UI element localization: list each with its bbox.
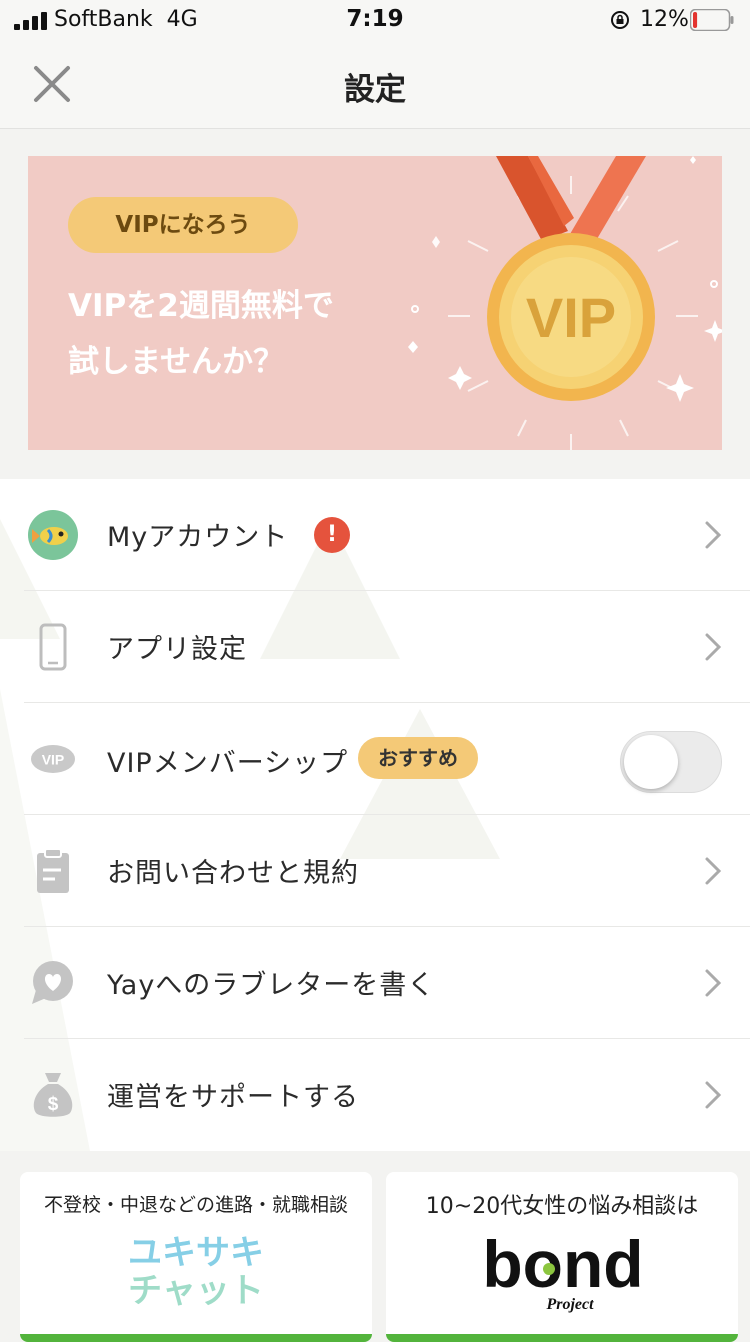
rotation-lock-icon: [611, 11, 629, 29]
menu-item-app-settings[interactable]: アプリ設定: [0, 591, 750, 703]
ad-caption: 10~20代女性の悩み相談は: [425, 1194, 699, 1219]
ad-accent-bar: [386, 1334, 738, 1342]
bond-project-logo: bond Project: [482, 1227, 643, 1313]
toggle-knob: [624, 735, 678, 789]
vip-promo-banner[interactable]: VIPになろう VIPを2週間無料で 試しませんか？ VIP: [28, 156, 722, 450]
ad-card-bond[interactable]: 10~20代女性の悩み相談は bond Project: [386, 1172, 738, 1342]
ad-accent-bar: [20, 1334, 372, 1342]
ad-card-yukisaki[interactable]: 不登校・中退などの進路・就職相談 ユキサキ チャット: [20, 1172, 372, 1342]
battery-percent: 12%: [640, 7, 689, 32]
status-bar: SoftBank 4G 7:19 12%: [0, 0, 750, 42]
vip-toggle[interactable]: [620, 731, 722, 793]
menu-item-label: 運営をサポートする: [107, 1082, 359, 1113]
clock: 7:19: [346, 6, 404, 32]
chevron-right-icon: [705, 857, 722, 885]
svg-text:$: $: [48, 1094, 59, 1115]
recommend-badge: おすすめ: [358, 737, 478, 779]
menu-item-label: Myアカウント: [107, 522, 289, 553]
heart-bubble-icon: [32, 961, 73, 1004]
menu-item-label: アプリ設定: [107, 634, 247, 665]
vip-medal-icon: VIP: [408, 156, 722, 450]
clipboard-icon: [37, 848, 69, 893]
menu-item-support[interactable]: $ 運営をサポートする: [0, 1039, 750, 1151]
menu-item-label: Yayへのラブレターを書く: [107, 970, 436, 1001]
alert-badge: !: [314, 517, 350, 553]
menu-item-label: VIPメンバーシップ: [107, 748, 349, 779]
menu-item-label: お問い合わせと規約: [107, 858, 359, 889]
chevron-right-icon: [705, 969, 722, 997]
svg-text:bond: bond: [482, 1227, 643, 1301]
banner-headline: VIPを2週間無料で 試しませんか？: [68, 288, 334, 380]
svg-text:Project: Project: [545, 1296, 594, 1313]
svg-text:VIP: VIP: [526, 286, 616, 349]
phone-icon: [39, 623, 67, 671]
menu-item-contact-terms[interactable]: お問い合わせと規約: [0, 815, 750, 927]
svg-text:VIP: VIP: [42, 752, 65, 768]
menu-item-vip-membership[interactable]: VIP VIPメンバーシップ おすすめ: [0, 703, 750, 815]
money-bag-icon: $: [33, 1073, 73, 1117]
vip-icon: VIP: [31, 745, 75, 773]
avatar-fish-icon: [28, 510, 78, 560]
chevron-right-icon: [705, 633, 722, 661]
page-title: 設定: [344, 72, 406, 108]
menu-item-love-letter[interactable]: Yayへのラブレターを書く: [0, 927, 750, 1039]
yukisaki-chat-logo: ユキサキ チャット: [128, 1233, 264, 1311]
vip-pill-label: VIPになろう: [68, 197, 298, 253]
menu-item-my-account[interactable]: Myアカウント !: [0, 479, 750, 591]
nav-bar: 設定: [0, 42, 750, 129]
chevron-right-icon: [705, 521, 722, 549]
settings-menu: Myアカウント ! アプリ設定 VIP VIPメンバーシップ おすすめ お問い合…: [0, 479, 750, 1151]
ad-caption: 不登校・中退などの進路・就職相談: [43, 1194, 348, 1216]
battery-icon: [690, 9, 734, 31]
chevron-right-icon: [705, 1081, 722, 1109]
